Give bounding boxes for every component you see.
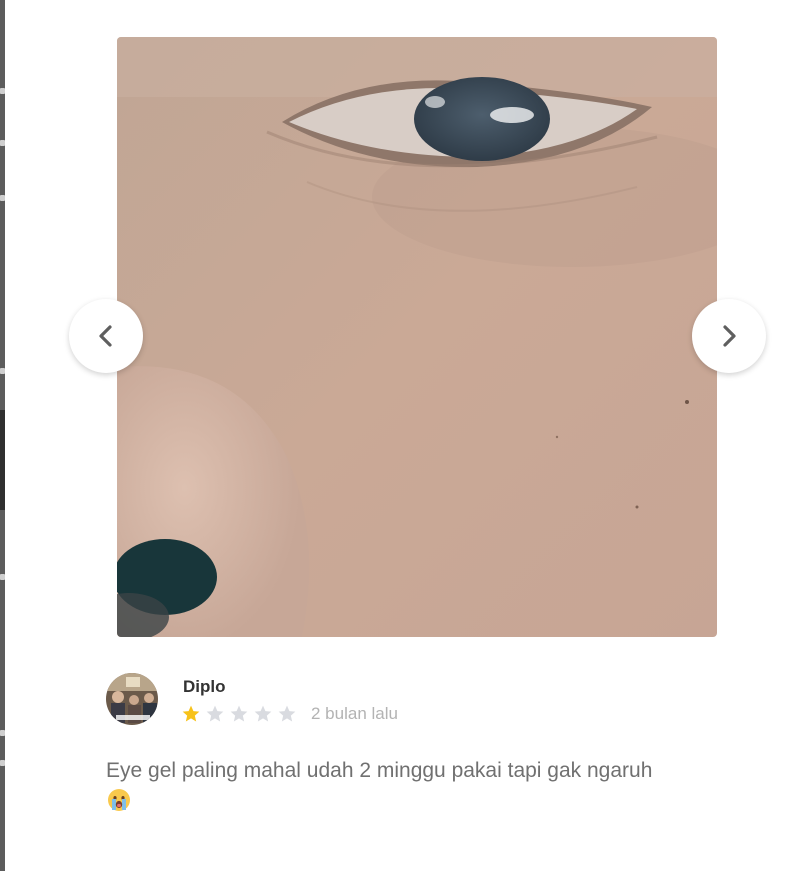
reviewer-name: Diplo bbox=[183, 677, 226, 696]
chevron-right-icon bbox=[723, 325, 736, 347]
star-rating: 2 bulan lalu bbox=[181, 703, 398, 725]
star-empty-icon bbox=[278, 705, 296, 722]
star-empty-icon bbox=[230, 705, 248, 722]
crying-face-emoji-icon bbox=[108, 789, 130, 811]
review-photo bbox=[117, 37, 717, 637]
review-text-block: Eye gel paling mahal udah 2 minggu pakai… bbox=[106, 756, 726, 816]
review-text: Eye gel paling mahal udah 2 minggu pakai… bbox=[106, 759, 653, 782]
previous-photo-button[interactable] bbox=[69, 299, 143, 373]
reviewer-avatar bbox=[106, 673, 158, 725]
next-photo-button[interactable] bbox=[692, 299, 766, 373]
chevron-left-icon bbox=[99, 325, 112, 347]
review-modal: Diplo 2 bulan lalu Eye gel paling mahal … bbox=[5, 0, 802, 871]
star-filled-icon bbox=[182, 705, 200, 722]
star-empty-icon bbox=[206, 705, 224, 722]
review-date: 2 bulan lalu bbox=[311, 704, 398, 723]
star-empty-icon bbox=[254, 705, 272, 722]
